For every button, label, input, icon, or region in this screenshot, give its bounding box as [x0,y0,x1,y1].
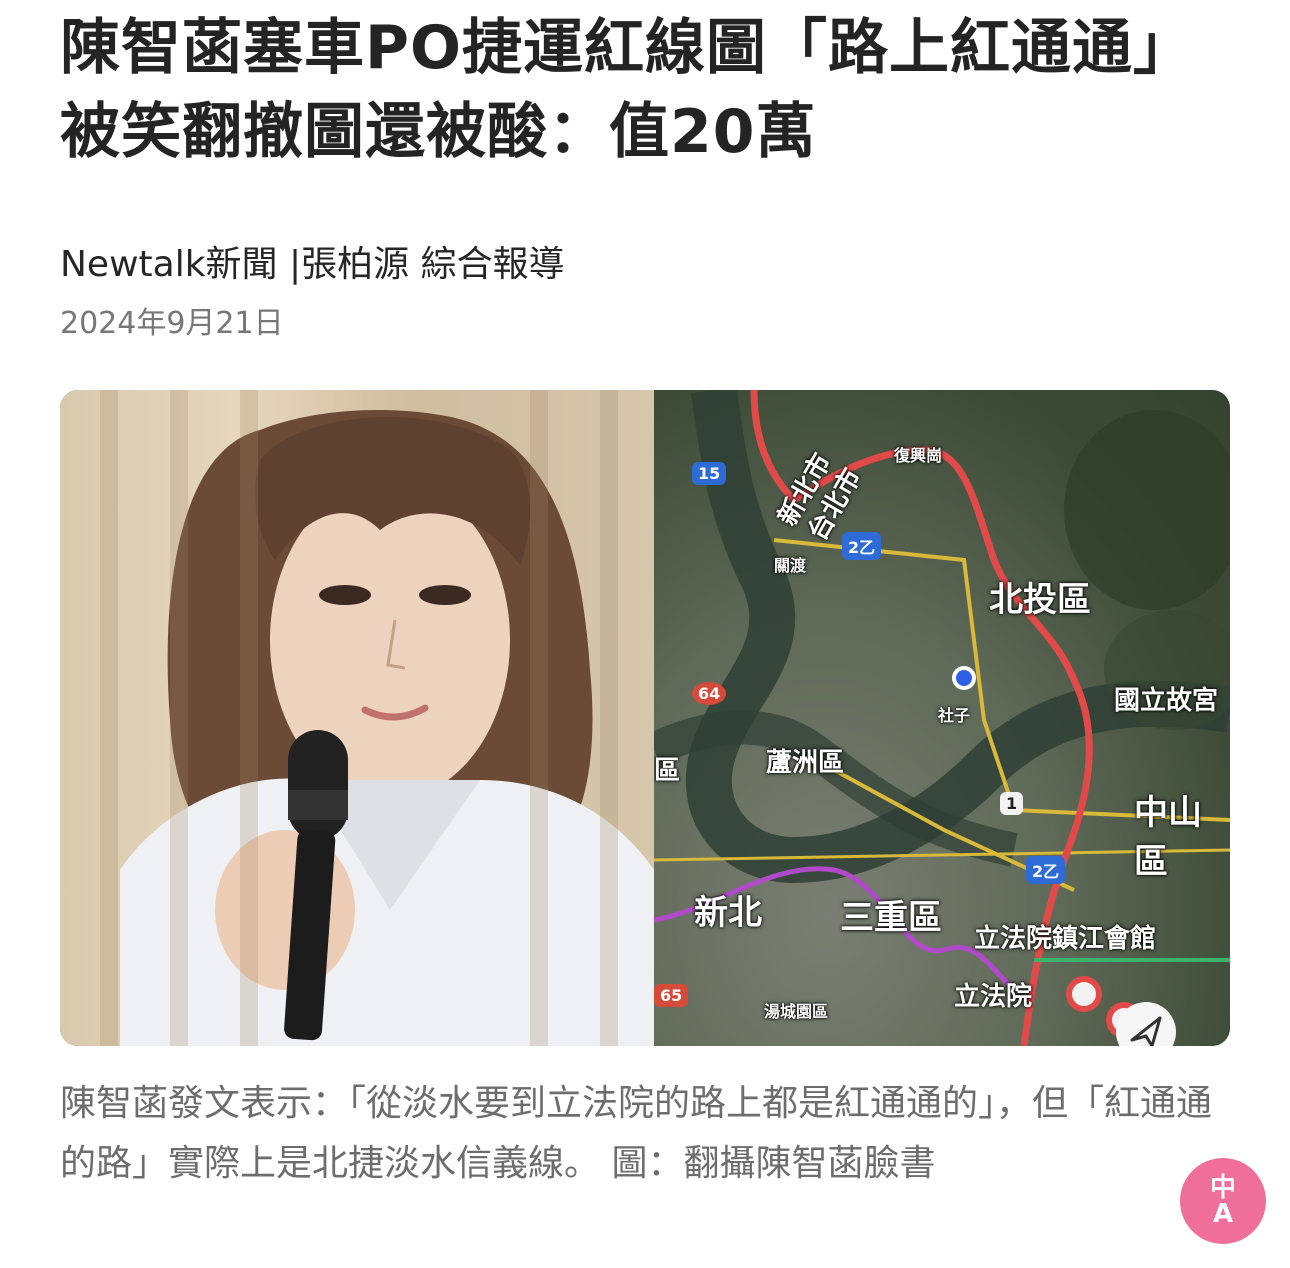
navigate-arrow-icon [1116,1002,1176,1046]
article-byline[interactable]: Newtalk新聞 |張柏源 綜合報導 [60,240,565,290]
label-legislative-yuan: 立法院 [954,982,1033,1012]
article-image[interactable]: 新北市 台北市 復興崗 關渡 北投區 國立故宮 社子 蘆洲區 區 中山區 新北 … [60,390,1230,1046]
speaker-illustration [120,410,654,1046]
label-luzhou: 蘆洲區 [766,748,845,778]
badge-line-2: A [1212,1199,1234,1229]
route-15-shield: 15 [692,462,727,485]
label-fuxing-gang: 復興崗 [894,446,943,465]
label-shezi: 社子 [938,706,971,725]
label-zhenjiang-hall: 立法院鎮江會館 [974,924,1157,954]
route-2b-shield-top: 2乙 [842,532,882,560]
label-zhongshan: 中山區 [1134,793,1202,882]
image-caption: 陳智菡發文表示：「從淡水要到立法院的路上都是紅通通的」，但「紅通通的路」實際上是… [60,1083,1213,1184]
label-npm: 國立故宮 [1114,686,1219,716]
label-xinbei: 新北 [694,893,762,933]
badge-line-1: 中 [1209,1173,1236,1203]
station-marker-icon [1066,976,1102,1012]
label-beitou: 北投區 [989,580,1091,620]
route-1-shield: 1 [1000,792,1024,815]
headline-line-1: 陳智菡塞車PO捷運紅線圖「路上紅通通」 [60,13,1194,83]
route-65-shield: 65 [654,984,689,1007]
metro-map: 新北市 台北市 復興崗 關渡 北投區 國立故宮 社子 蘆洲區 區 中山區 新北 … [654,390,1230,1046]
speaker-photo [60,390,654,1046]
article-date: 2024年9月21日 [60,306,284,341]
label-district-edge: 區 [654,756,681,786]
route-2b-shield-bottom: 2乙 [1026,856,1066,884]
article-page: 陳智菡塞車PO捷運紅線圖「路上紅通通」 被笑翻撤圖還被酸：值20萬 Newtal… [0,0,1290,1268]
headline-line-2: 被笑翻撤圖還被酸：值20萬 [60,97,817,167]
label-sanchong: 三重區 [840,898,942,938]
route-64-shield: 64 [692,682,727,705]
article-headline: 陳智菡塞車PO捷運紅線圖「路上紅通通」 被笑翻撤圖還被酸：值20萬 [60,6,1240,174]
label-guandu: 關渡 [774,556,807,575]
location-pin-icon [952,666,976,690]
label-tangcheng: 湯城園區 [764,1002,829,1021]
font-size-toggle-button[interactable]: 中 A [1180,1158,1266,1244]
